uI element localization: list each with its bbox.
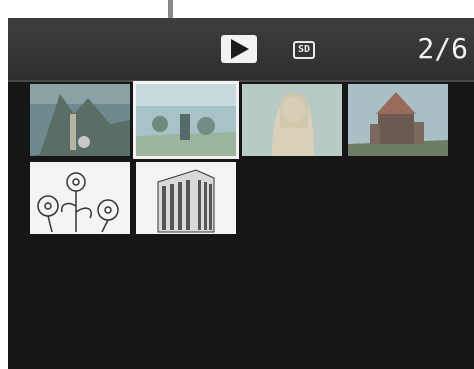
camera-lcd-screen: SD 2/6 xyxy=(8,18,474,369)
building-drawing-icon xyxy=(136,162,236,234)
thumbnail-1[interactable] xyxy=(30,84,130,156)
thumbnail-4[interactable] xyxy=(348,84,448,156)
beach-scene-photo-icon xyxy=(136,84,236,156)
thumbnail-2[interactable] xyxy=(133,81,239,159)
status-bar: SD 2/6 xyxy=(8,18,474,82)
landscape-photo-icon xyxy=(30,84,130,156)
play-icon xyxy=(221,35,257,63)
thumbnail-6[interactable] xyxy=(136,162,236,234)
portrait-woman-photo-icon xyxy=(242,84,342,156)
sd-card-icon: SD xyxy=(293,41,315,59)
castle-photo-icon xyxy=(348,84,448,156)
thumbnail-5[interactable] xyxy=(30,162,130,234)
image-counter: 2/6 xyxy=(417,32,468,65)
flowers-drawing-icon xyxy=(30,162,130,234)
thumbnail-3[interactable] xyxy=(242,84,342,156)
